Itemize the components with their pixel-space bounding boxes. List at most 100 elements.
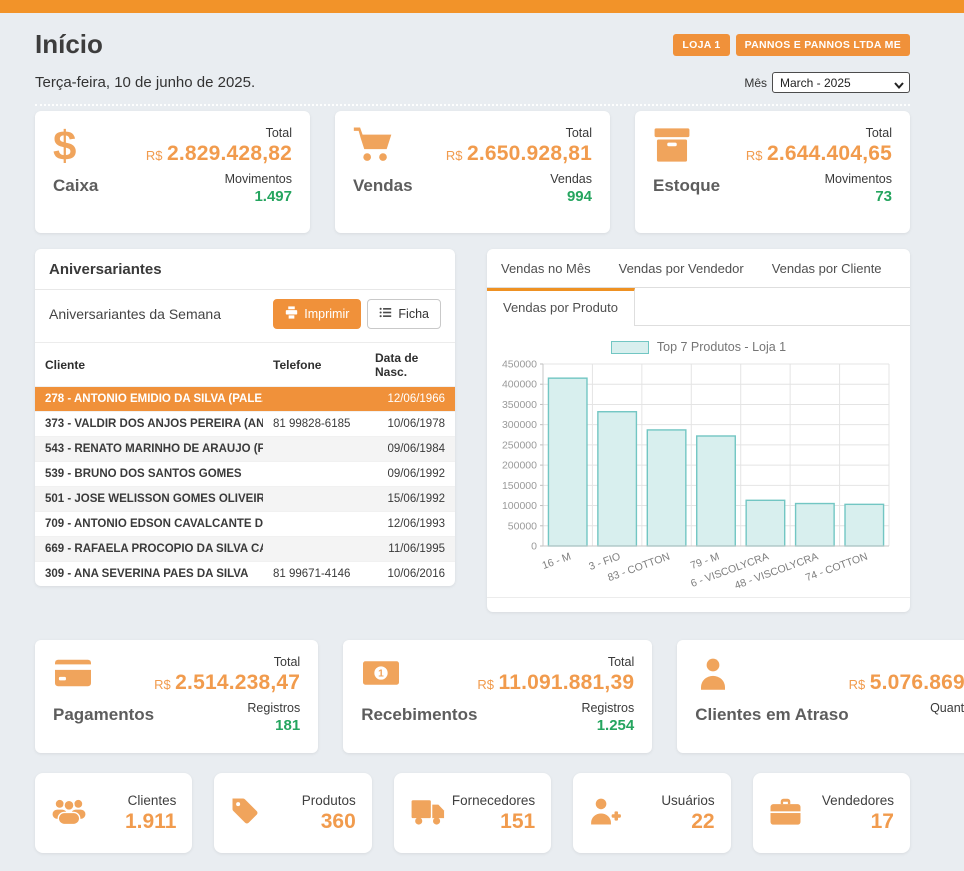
table-row[interactable]: 278 - ANTONIO EMIDIO DA SILVA (PALE...12… bbox=[35, 387, 455, 412]
vendas-card: Vendas Total R$ 2.650.928,81 Vendas 994 bbox=[335, 111, 610, 233]
column-header-telefone: Telefone bbox=[263, 343, 365, 387]
panel-footer bbox=[487, 597, 910, 612]
summary-label: Vendedores bbox=[822, 793, 894, 808]
currency-label: R$ bbox=[446, 148, 463, 163]
store-badge: LOJA 1 bbox=[673, 34, 729, 56]
shopping-cart-icon bbox=[353, 126, 413, 168]
count-value: 73 bbox=[746, 188, 892, 205]
birthdays-panel: Aniversariantes Aniversariantes da Seman… bbox=[35, 249, 455, 586]
birthdays-title: Aniversariantes bbox=[35, 249, 455, 290]
summary-value: 17 bbox=[822, 810, 894, 834]
vendedores-summary-card: Vendedores 17 bbox=[753, 773, 910, 853]
tab-vendas-por-vendedor[interactable]: Vendas por Vendedor bbox=[605, 249, 758, 287]
legend-swatch bbox=[611, 341, 649, 354]
table-row[interactable]: 709 - ANTONIO EDSON CAVALCANTE D...12/06… bbox=[35, 512, 455, 537]
legend-label: Top 7 Produtos - Loja 1 bbox=[657, 340, 786, 354]
summary-label: Usuários bbox=[661, 793, 714, 808]
table-row[interactable]: 373 - VALDIR DOS ANJOS PEREIRA (AN...81 … bbox=[35, 412, 455, 437]
total-label: Total bbox=[849, 655, 964, 669]
count-label: Registros bbox=[154, 701, 300, 715]
table-row[interactable]: 309 - ANA SEVERINA PAES DA SILVA81 99671… bbox=[35, 562, 455, 587]
month-label: Mês bbox=[744, 76, 767, 90]
currency-label: R$ bbox=[146, 148, 163, 163]
currency-label: R$ bbox=[477, 677, 494, 692]
tag-icon bbox=[230, 796, 260, 831]
total-value: 2.644.404,65 bbox=[767, 142, 892, 165]
total-value: 2.650.928,81 bbox=[467, 142, 592, 165]
table-row[interactable]: 669 - RAFAELA PROCOPIO DA SILVA CA...11/… bbox=[35, 537, 455, 562]
svg-text:1: 1 bbox=[378, 669, 384, 680]
summary-label: Produtos bbox=[302, 793, 356, 808]
card-title: Estoque bbox=[653, 176, 720, 196]
tab-vendas-no-mes[interactable]: Vendas no Mês bbox=[487, 249, 605, 287]
clientes-summary-card: Clientes 1.911 bbox=[35, 773, 192, 853]
svg-text:350000: 350000 bbox=[502, 399, 537, 411]
briefcase-icon bbox=[769, 796, 802, 831]
svg-text:300000: 300000 bbox=[502, 419, 537, 431]
count-label: Movimentos bbox=[746, 172, 892, 186]
tab-vendas-por-produto[interactable]: Vendas por Produto bbox=[487, 288, 635, 326]
total-label: Total bbox=[477, 655, 634, 669]
column-header-cliente: Cliente bbox=[35, 343, 263, 387]
truck-icon bbox=[410, 796, 446, 831]
svg-text:100000: 100000 bbox=[502, 500, 537, 512]
column-header-data-nasc: Data de Nasc. bbox=[365, 343, 455, 387]
card-title: Pagamentos bbox=[53, 705, 154, 725]
printer-icon bbox=[285, 306, 298, 322]
total-value: 2.829.428,82 bbox=[167, 142, 292, 165]
pagamentos-card: Pagamentos Total R$ 2.514.238,47 Registr… bbox=[35, 640, 318, 753]
company-badge: PANNOS E PANNOS LTDA ME bbox=[736, 34, 910, 56]
table-row[interactable]: 543 - RENATO MARINHO DE ARAUJO (F...09/0… bbox=[35, 437, 455, 462]
total-label: Total bbox=[146, 126, 292, 140]
top-accent-bar bbox=[0, 0, 964, 13]
ficha-button[interactable]: Ficha bbox=[367, 299, 441, 329]
sales-panel: Vendas no Mês Vendas por Vendedor Vendas… bbox=[487, 249, 910, 612]
total-label: Total bbox=[746, 126, 892, 140]
caixa-card: $ Caixa Total R$ 2.829.428,82 Movimentos… bbox=[35, 111, 310, 233]
count-label: Registros bbox=[477, 701, 634, 715]
card-title: Caixa bbox=[53, 176, 98, 196]
card-title: Recebimentos bbox=[361, 705, 477, 725]
estoque-card: Estoque Total R$ 2.644.404,65 Movimentos… bbox=[635, 111, 910, 233]
user-plus-icon bbox=[589, 796, 623, 831]
count-label: Movimentos bbox=[146, 172, 292, 186]
page-title: Início bbox=[35, 29, 103, 60]
clientes-em-atraso-card: Clientes em Atraso Total R$ 5.076.869,67… bbox=[677, 640, 964, 753]
month-select[interactable]: March - 2025 bbox=[772, 72, 910, 93]
summary-label: Fornecedores bbox=[452, 793, 535, 808]
svg-text:150000: 150000 bbox=[502, 480, 537, 492]
store-badges: LOJA 1 PANNOS E PANNOS LTDA ME bbox=[673, 34, 910, 56]
svg-text:0: 0 bbox=[531, 541, 537, 553]
money-bill-icon: 1 bbox=[361, 655, 477, 697]
summary-value: 360 bbox=[302, 810, 356, 834]
currency-label: R$ bbox=[746, 148, 763, 163]
count-value: 994 bbox=[446, 188, 592, 205]
credit-card-icon bbox=[53, 655, 154, 697]
tab-vendas-por-cliente[interactable]: Vendas por Cliente bbox=[758, 249, 896, 287]
recebimentos-card: 1 Recebimentos Total R$ 11.091.881,39 Re… bbox=[343, 640, 652, 753]
total-value: 2.514.238,47 bbox=[175, 671, 300, 694]
summary-value: 1.911 bbox=[125, 810, 176, 834]
svg-text:250000: 250000 bbox=[502, 439, 537, 451]
count-value: 1.254 bbox=[477, 717, 634, 734]
usuarios-summary-card: Usuários 22 bbox=[573, 773, 730, 853]
svg-text:50000: 50000 bbox=[508, 520, 537, 532]
user-icon bbox=[695, 655, 848, 697]
dollar-sign-icon: $ bbox=[53, 126, 98, 168]
archive-box-icon bbox=[653, 126, 720, 168]
total-label: Total bbox=[154, 655, 300, 669]
count-label: Vendas bbox=[446, 172, 592, 186]
list-icon bbox=[379, 306, 392, 322]
count-value: 433 bbox=[849, 717, 964, 734]
count-label: Quantidade bbox=[849, 701, 964, 715]
table-row[interactable]: 539 - BRUNO DOS SANTOS GOMES09/06/1992 bbox=[35, 462, 455, 487]
summary-value: 22 bbox=[661, 810, 714, 834]
currency-label: R$ bbox=[154, 677, 171, 692]
card-title: Vendas bbox=[353, 176, 413, 196]
top-products-chart: 0 50000 100000 150000 200000 250000 300000 3500… bbox=[497, 358, 897, 588]
print-button[interactable]: Imprimir bbox=[273, 299, 361, 329]
summary-value: 151 bbox=[452, 810, 535, 834]
page-header: Início LOJA 1 PANNOS E PANNOS LTDA ME bbox=[35, 29, 910, 60]
svg-text:200000: 200000 bbox=[502, 460, 537, 472]
table-row[interactable]: 501 - JOSE WELISSON GOMES OLIVEIR...15/0… bbox=[35, 487, 455, 512]
